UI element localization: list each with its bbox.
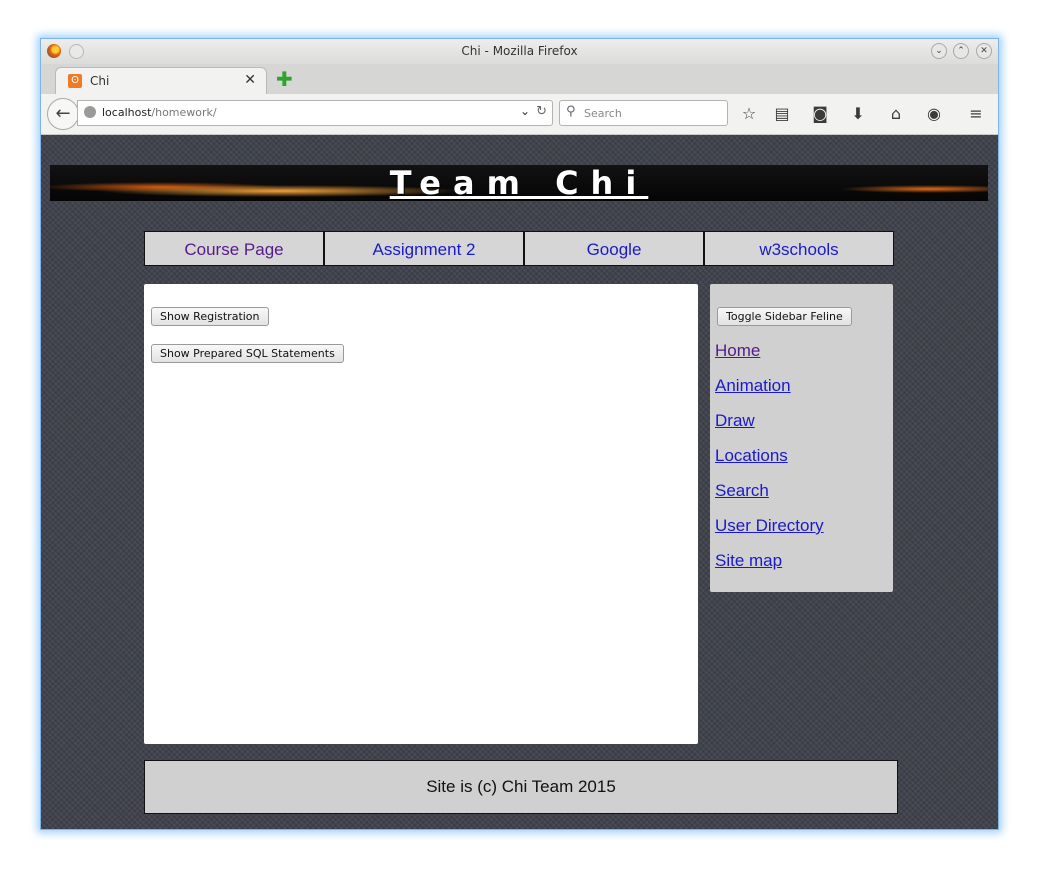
downloads-icon[interactable]: ⬇ [848, 104, 868, 123]
show-registration-button[interactable]: Show Registration [151, 307, 269, 326]
nav-w3schools[interactable]: w3schools [704, 231, 894, 266]
bookmarks-menu-icon[interactable]: ▤ [772, 104, 792, 123]
browser-window: Chi - Mozilla Firefox ⌄ ⌃ ✕ ʘ Chi ✕ ✚ ← … [40, 38, 999, 830]
footer: Site is (c) Chi Team 2015 [144, 760, 898, 814]
home-icon[interactable]: ⌂ [886, 104, 906, 123]
maximize-button[interactable]: ⌃ [953, 43, 969, 59]
hamburger-menu-icon[interactable]: ≡ [966, 104, 986, 123]
tab-strip: ʘ Chi ✕ ✚ [41, 64, 998, 95]
sidebar-link-home[interactable]: Home [715, 341, 760, 361]
bookmark-star-icon[interactable]: ☆ [739, 104, 759, 123]
sidebar-link-search[interactable]: Search [715, 481, 769, 501]
nav-google[interactable]: Google [524, 231, 704, 266]
close-tab-icon[interactable]: ✕ [244, 72, 256, 88]
sidebar-link-site-map[interactable]: Site map [715, 551, 782, 571]
sidebar: Toggle Sidebar Feline Home Animation Dra… [710, 284, 893, 592]
site-title: Team Chi [389, 164, 649, 202]
globe-icon [84, 106, 96, 118]
reload-icon[interactable]: ↻ [536, 104, 547, 119]
sidebar-link-draw[interactable]: Draw [715, 411, 755, 431]
nav-assignment-2[interactable]: Assignment 2 [324, 231, 524, 266]
window-title: Chi - Mozilla Firefox [461, 44, 578, 58]
new-tab-button[interactable]: ✚ [276, 69, 293, 89]
toggle-sidebar-button[interactable]: Toggle Sidebar Feline [717, 307, 852, 326]
show-sql-button[interactable]: Show Prepared SQL Statements [151, 344, 344, 363]
navigation-toolbar: ← localhost/homework/ ⌄ ↻ ⚲ Search ☆ ▤ ◙… [41, 94, 998, 135]
search-placeholder: Search [584, 107, 622, 120]
close-window-button[interactable]: ✕ [976, 43, 992, 59]
main-panel: Show Registration Show Prepared SQL Stat… [144, 284, 698, 744]
sidebar-link-user-directory[interactable]: User Directory [715, 516, 824, 536]
browser-tab[interactable]: ʘ Chi ✕ [55, 67, 267, 95]
url-path: /homework/ [151, 106, 217, 119]
sidebar-link-animation[interactable]: Animation [715, 376, 791, 396]
minimize-button[interactable]: ⌄ [931, 43, 947, 59]
search-icon: ⚲ [566, 104, 576, 119]
hello-chat-icon[interactable]: ◉ [924, 104, 944, 123]
tab-title: Chi [90, 74, 110, 88]
search-box[interactable]: ⚲ Search [559, 100, 728, 126]
title-bar: Chi - Mozilla Firefox ⌄ ⌃ ✕ [41, 39, 998, 64]
page-content: Team Chi Course Page Assignment 2 Google… [41, 135, 998, 829]
url-bar[interactable]: localhost/homework/ ⌄ ↻ [77, 100, 553, 126]
back-button[interactable]: ← [47, 98, 79, 130]
sidebar-link-locations[interactable]: Locations [715, 446, 788, 466]
pocket-icon[interactable]: ◙ [810, 104, 830, 123]
history-dropdown-icon[interactable]: ⌄ [520, 104, 530, 118]
xampp-favicon-icon: ʘ [68, 74, 82, 88]
url-host: localhost [102, 106, 152, 119]
header-banner: Team Chi [50, 165, 988, 201]
nav-course-page[interactable]: Course Page [144, 231, 324, 266]
url-text[interactable]: localhost/homework/ [102, 106, 217, 119]
